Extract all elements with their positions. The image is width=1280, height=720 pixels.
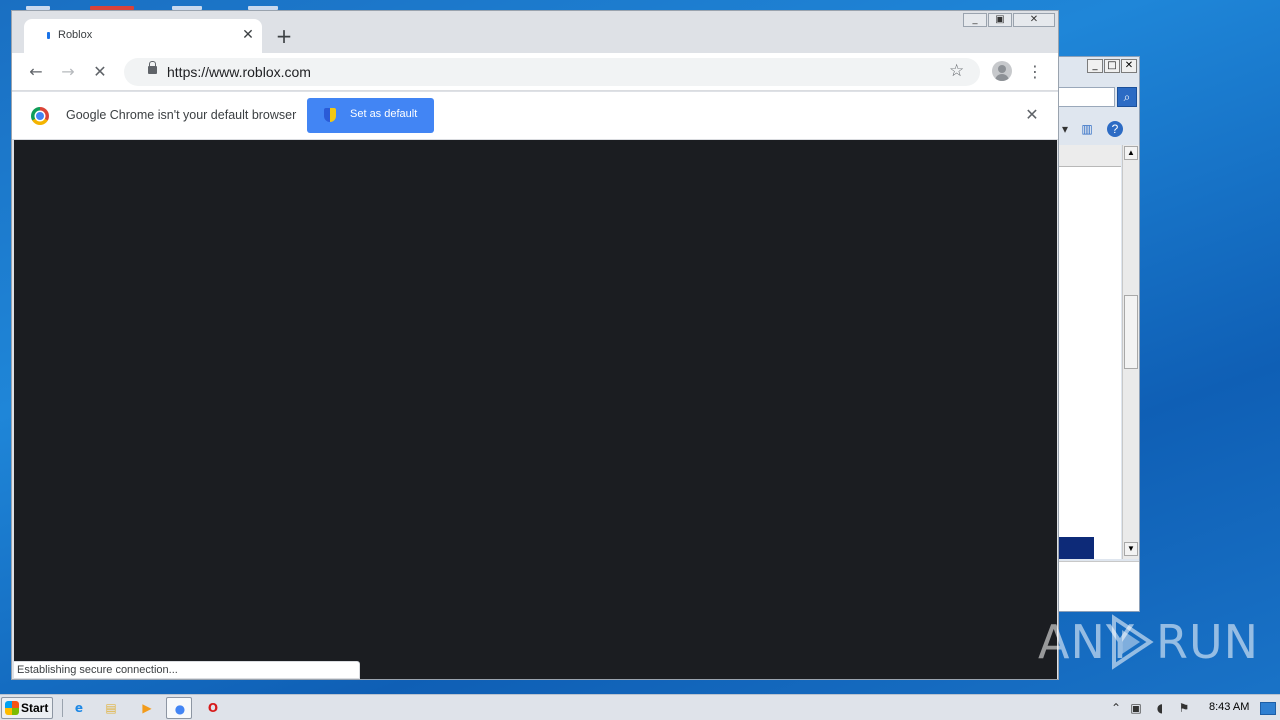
selected-item[interactable] xyxy=(1059,537,1094,559)
default-browser-infobar: Google Chrome isn't your default browser… xyxy=(12,92,1058,140)
infobar-close-icon[interactable]: ✕ xyxy=(1023,106,1041,124)
action-center-flag-icon[interactable]: ⚑ xyxy=(1176,700,1192,716)
help-icon[interactable]: ? xyxy=(1107,121,1123,137)
stop-loading-button[interactable]: ✕ xyxy=(90,62,110,82)
desktop-icon-strip xyxy=(0,0,1280,10)
loading-favicon-icon xyxy=(47,32,50,39)
chrome-window: Roblox ✕ + _ ▣ ✕ ← → ✕ https://www.roblo… xyxy=(11,10,1059,680)
tab-close-icon[interactable]: ✕ xyxy=(239,26,257,44)
maximize-button[interactable]: □ xyxy=(1104,59,1120,73)
internet-explorer-icon: e xyxy=(74,701,84,715)
chrome-icon: ● xyxy=(174,702,186,716)
minimize-button[interactable]: _ xyxy=(1087,59,1103,73)
profile-avatar-icon[interactable] xyxy=(992,61,1012,81)
forward-button[interactable]: → xyxy=(58,62,78,82)
tab-roblox[interactable]: Roblox ✕ xyxy=(24,19,262,53)
minimize-button[interactable]: _ xyxy=(963,13,987,27)
start-label: Start xyxy=(21,701,49,715)
set-as-default-button[interactable]: Set as default xyxy=(307,98,434,133)
url-text[interactable]: https://www.roblox.com xyxy=(167,64,311,80)
bookmark-star-icon[interactable]: ☆ xyxy=(949,61,964,81)
windows-logo-icon xyxy=(5,701,19,715)
taskbar-app-file-explorer[interactable]: ▤ xyxy=(98,697,124,719)
lock-icon[interactable] xyxy=(148,61,157,74)
uac-shield-icon xyxy=(324,108,336,122)
media-player-icon: ▶ xyxy=(142,701,152,715)
status-bubble: Establishing secure connection... xyxy=(14,661,360,679)
volume-icon[interactable]: ◖ xyxy=(1152,700,1168,716)
details-pane xyxy=(1059,561,1139,611)
preview-pane-icon[interactable]: ▥ xyxy=(1079,121,1095,137)
taskbar-separator xyxy=(62,699,63,717)
taskbar: Start e ▤ ▶ ● O ⌃ ▣ ◖ ⚑ 8:43 AM xyxy=(0,694,1280,720)
search-icon[interactable]: ⌕ xyxy=(1117,87,1137,107)
page-content[interactable]: Establishing secure connection... xyxy=(14,140,1057,679)
infobar-message: Google Chrome isn't your default browser xyxy=(66,108,297,122)
address-bar[interactable]: https://www.roblox.com ☆ xyxy=(124,58,980,86)
scroll-thumb[interactable] xyxy=(1124,295,1138,369)
tab-title: Roblox xyxy=(58,29,93,41)
watermark-right-text: RUN xyxy=(1156,615,1260,669)
vertical-scrollbar[interactable]: ▲ ▼ xyxy=(1122,145,1139,559)
taskbar-clock[interactable]: 8:43 AM xyxy=(1209,701,1249,713)
dropdown-arrow-icon[interactable]: ▾ xyxy=(1057,121,1073,137)
taskbar-app-chrome[interactable]: ● xyxy=(166,697,192,719)
search-input[interactable] xyxy=(1059,87,1115,107)
tab-strip: Roblox ✕ + _ ▣ ✕ xyxy=(12,11,1058,53)
scroll-down-icon[interactable]: ▼ xyxy=(1124,542,1138,556)
show-desktop-button[interactable] xyxy=(1258,698,1278,718)
taskbar-app-media-player[interactable]: ▶ xyxy=(134,697,160,719)
restore-button[interactable]: ▣ xyxy=(988,13,1012,27)
start-button[interactable]: Start xyxy=(1,697,53,719)
close-button[interactable]: ✕ xyxy=(1121,59,1137,73)
back-button[interactable]: ← xyxy=(26,62,46,82)
file-list-pane[interactable] xyxy=(1059,145,1121,559)
taskbar-app-internet-explorer[interactable]: e xyxy=(66,697,92,719)
set-as-default-label: Set as default xyxy=(350,108,418,120)
anyrun-watermark: ANY RUN xyxy=(1038,612,1258,672)
file-explorer-icon: ▤ xyxy=(105,701,117,715)
show-hidden-icons-icon[interactable]: ⌃ xyxy=(1108,700,1124,716)
column-header[interactable] xyxy=(1059,145,1121,167)
chrome-logo-icon xyxy=(31,107,49,125)
network-icon[interactable]: ▣ xyxy=(1128,700,1144,716)
new-tab-button[interactable]: + xyxy=(274,26,294,46)
background-window[interactable]: _ □ ✕ ⌕ ▾ ▥ ? ▲ ▼ xyxy=(1058,56,1140,612)
play-logo-icon xyxy=(1112,614,1154,670)
chrome-menu-icon[interactable]: ⋮ xyxy=(1027,62,1043,82)
browser-toolbar: ← → ✕ https://www.roblox.com ☆ ⋮ xyxy=(12,53,1058,91)
close-button[interactable]: ✕ xyxy=(1013,13,1055,27)
taskbar-app-opera[interactable]: O xyxy=(200,697,226,719)
scroll-up-icon[interactable]: ▲ xyxy=(1124,146,1138,160)
opera-icon: O xyxy=(207,701,219,715)
